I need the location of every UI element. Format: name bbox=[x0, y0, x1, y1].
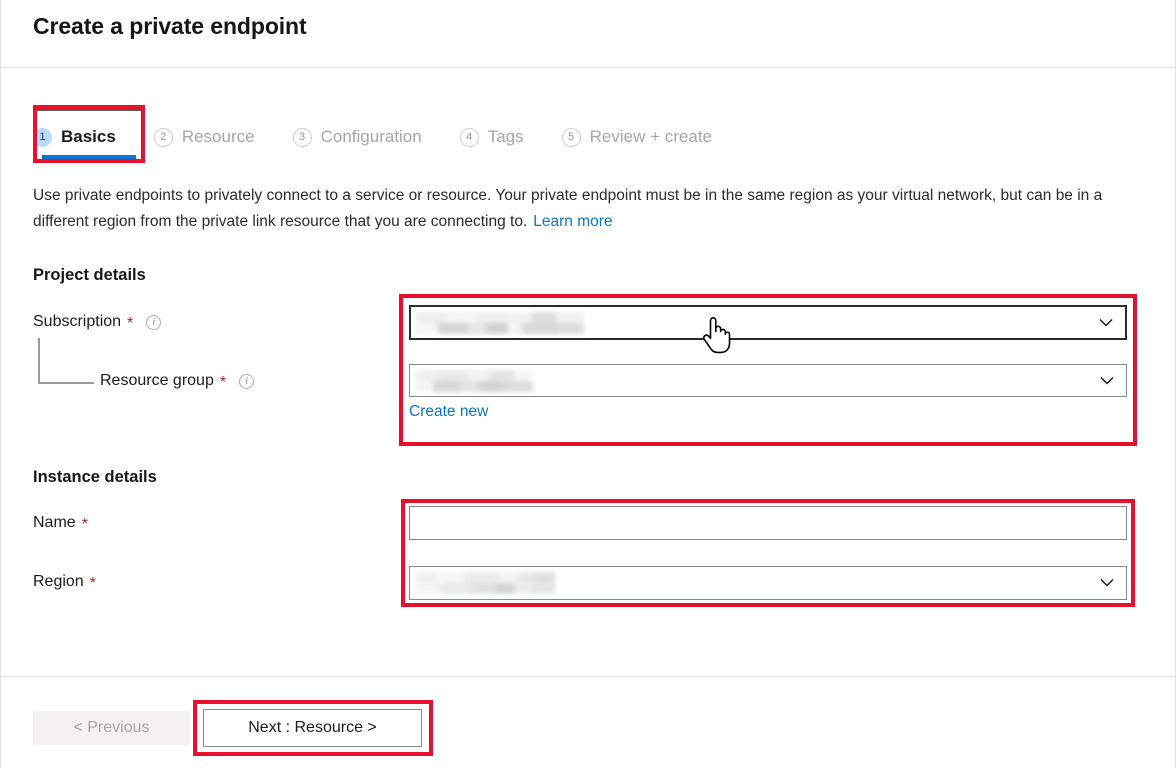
region-label: Region * bbox=[33, 573, 96, 592]
section-title-project-details: Project details bbox=[33, 266, 146, 284]
name-label: Name * bbox=[33, 514, 88, 533]
active-tab-underline bbox=[42, 155, 136, 159]
region-value-redacted bbox=[415, 572, 555, 594]
tab-configuration-number: 3 bbox=[292, 127, 312, 147]
subscription-dropdown[interactable] bbox=[409, 305, 1127, 340]
tab-tags-label: Tags bbox=[487, 127, 524, 146]
tab-tags[interactable]: 4 Tags bbox=[459, 118, 524, 156]
dialog-description: Use private endpoints to privately conne… bbox=[33, 183, 1123, 235]
page-title: Create a private endpoint bbox=[33, 13, 307, 39]
tab-resource-number: 2 bbox=[153, 127, 173, 147]
subscription-value-redacted bbox=[416, 311, 584, 334]
tab-resource-label: Resource bbox=[181, 127, 255, 146]
resource-group-dropdown[interactable] bbox=[409, 364, 1127, 397]
tab-configuration[interactable]: 3 Configuration bbox=[292, 118, 422, 156]
chevron-down-icon bbox=[1100, 376, 1114, 385]
region-dropdown[interactable] bbox=[409, 566, 1127, 600]
name-required-asterisk: * bbox=[81, 516, 88, 533]
tab-basics[interactable]: 1 Basics bbox=[33, 118, 116, 156]
dialog-header: Create a private endpoint bbox=[1, 0, 1175, 68]
info-icon[interactable]: i bbox=[239, 373, 255, 389]
tab-review-create-number: 5 bbox=[561, 127, 581, 147]
wizard-tabs: 1 Basics 2 Resource 3 Configuration 4 Ta… bbox=[33, 118, 750, 156]
learn-more-link[interactable]: Learn more bbox=[533, 213, 612, 230]
create-new-resource-group-link[interactable]: Create new bbox=[409, 403, 488, 421]
tab-basics-number: 1 bbox=[33, 127, 52, 147]
tab-resource[interactable]: 2 Resource bbox=[153, 118, 255, 156]
footer-divider bbox=[1, 676, 1175, 677]
tab-top-border bbox=[37, 109, 141, 111]
subscription-label-text: Subscription bbox=[33, 313, 122, 330]
resource-group-label: Resource group * i bbox=[100, 372, 255, 391]
subscription-required-asterisk: * bbox=[127, 315, 134, 332]
tab-review-create[interactable]: 5 Review + create bbox=[561, 118, 713, 156]
previous-button[interactable]: < Previous bbox=[33, 711, 190, 745]
tab-basics-label: Basics bbox=[61, 127, 116, 146]
next-resource-button[interactable]: Next : Resource > bbox=[203, 709, 422, 747]
chevron-down-icon bbox=[1099, 318, 1113, 327]
tab-tags-number: 4 bbox=[459, 127, 479, 147]
name-input[interactable] bbox=[409, 506, 1127, 540]
section-title-instance-details: Instance details bbox=[33, 468, 157, 486]
tab-configuration-label: Configuration bbox=[320, 127, 422, 146]
chevron-down-icon bbox=[1100, 578, 1114, 588]
subscription-label: Subscription * i bbox=[33, 313, 162, 332]
resource-group-value-redacted bbox=[415, 369, 533, 392]
resource-group-required-asterisk: * bbox=[219, 374, 227, 391]
name-label-text: Name bbox=[33, 514, 76, 531]
subscription-resourcegroup-connector bbox=[38, 338, 94, 384]
info-icon[interactable]: i bbox=[146, 314, 162, 330]
tab-review-create-label: Review + create bbox=[589, 127, 713, 146]
region-required-asterisk: * bbox=[89, 575, 96, 592]
resource-group-label-text: Resource group bbox=[100, 372, 214, 389]
create-private-endpoint-dialog: Create a private endpoint 1 Basics 2 Res… bbox=[0, 0, 1176, 768]
region-label-text: Region bbox=[33, 573, 84, 590]
